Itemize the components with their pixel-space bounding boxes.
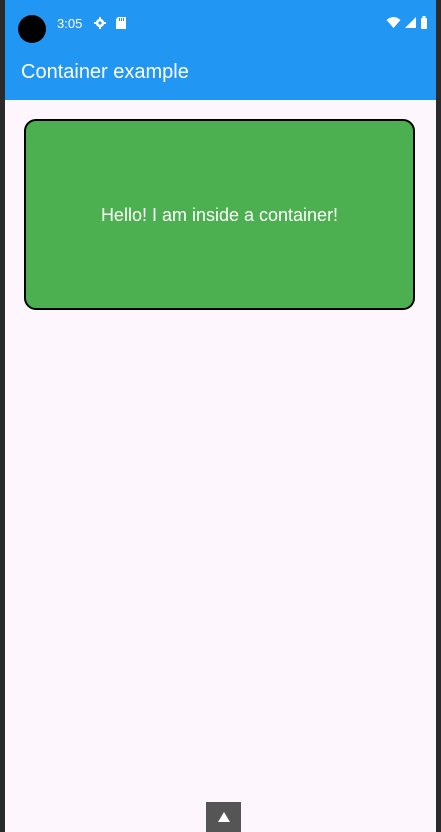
- sd-card-icon: [115, 15, 129, 31]
- green-container: Hello! I am inside a container!: [24, 119, 415, 310]
- app-title: Container example: [21, 61, 189, 83]
- device-screen: 3:05 Container example Hello! I am insid…: [5, 0, 436, 832]
- camera-cutout: [18, 15, 46, 43]
- container-text: Hello! I am inside a container!: [100, 204, 339, 225]
- battery-icon: [420, 15, 428, 31]
- up-triangle-icon: [217, 812, 230, 822]
- status-time: 3:05: [57, 16, 83, 31]
- status-bar: 3:05: [5, 0, 436, 46]
- app-bar: 3:05 Container example: [5, 0, 436, 100]
- cell-signal-icon: [404, 15, 416, 31]
- nav-handle-button[interactable]: [206, 802, 241, 832]
- gear-icon: [93, 15, 107, 31]
- wifi-icon: [386, 15, 401, 31]
